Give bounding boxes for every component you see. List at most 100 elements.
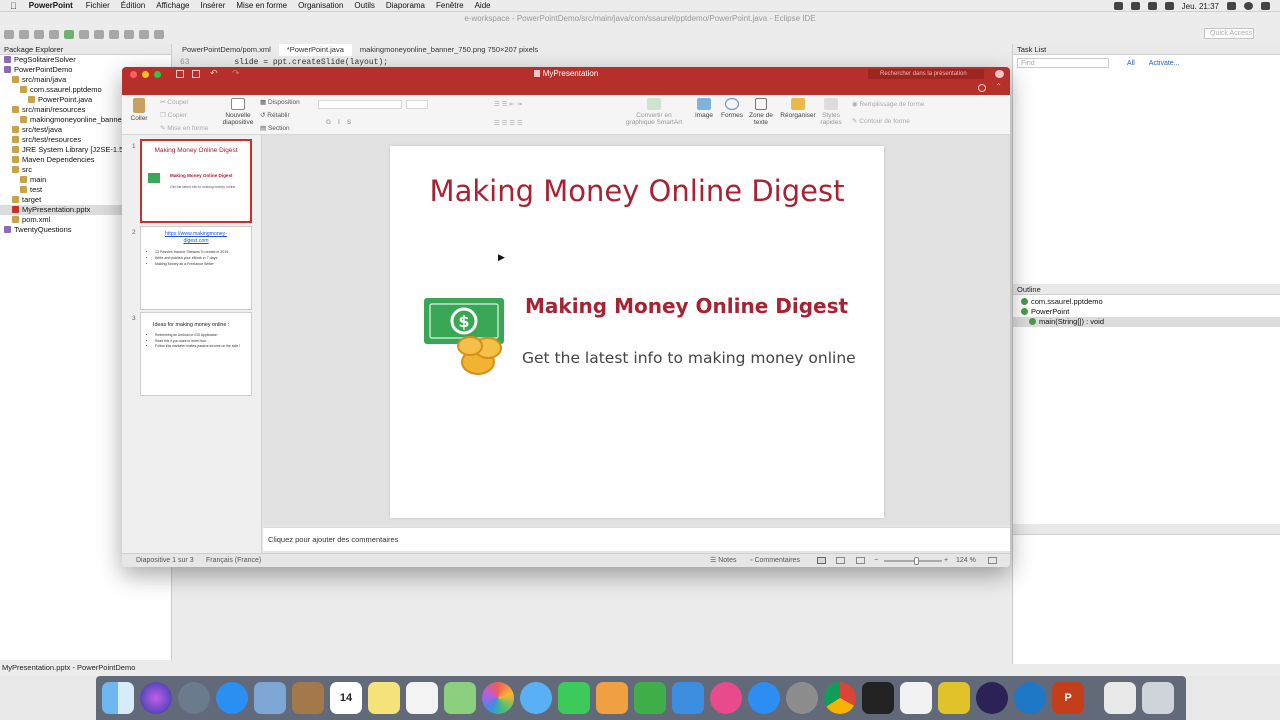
mail-icon[interactable] (254, 682, 286, 714)
quick-styles-button[interactable]: Styles rapides (818, 98, 844, 126)
format-painter-button[interactable]: ✎ Mise en forme (160, 124, 208, 132)
textedit-icon[interactable] (900, 682, 932, 714)
console-header[interactable] (1013, 524, 1280, 535)
eclipse-icon[interactable] (976, 682, 1008, 714)
copy-button[interactable]: ❐ Copier (160, 111, 187, 119)
align-buttons[interactable]: ☰ ☰ ☰ ☰ (494, 119, 523, 127)
siri-icon[interactable] (140, 682, 172, 714)
menu-fenetre[interactable]: Fenêtre (436, 1, 464, 10)
downloads-icon[interactable] (1104, 682, 1136, 714)
new-java-class-icon[interactable] (94, 29, 104, 39)
task-activate-link[interactable]: Activate... (1149, 60, 1180, 67)
menu-clock[interactable]: Jeu. 21:37 (1182, 2, 1219, 11)
tab-pom-xml[interactable]: PowerPointDemo/pom.xml (174, 44, 279, 56)
smartart-button[interactable]: Convertir en graphique SmartArt (622, 98, 686, 126)
image-button[interactable]: Image (692, 98, 716, 119)
slide-thumbnail-2[interactable]: https://www.makingmoney-digest.com 13 Pa… (140, 226, 252, 310)
save-icon[interactable] (19, 29, 29, 39)
slide-title[interactable]: Making Money Online Digest (390, 174, 884, 208)
font-name-select[interactable] (318, 100, 402, 109)
shapes-button[interactable]: Formes (719, 98, 745, 119)
normal-view-icon[interactable] (817, 557, 826, 564)
task-all-link[interactable]: All (1127, 60, 1135, 67)
new-icon[interactable] (4, 29, 14, 39)
notes-app-icon[interactable] (368, 682, 400, 714)
contacts-icon[interactable] (292, 682, 324, 714)
zoom-slider-thumb[interactable] (913, 557, 919, 565)
reading-view-icon[interactable] (856, 557, 865, 564)
slide-editing-area[interactable]: Making Money Online Digest $ Making Mone… (263, 135, 1010, 525)
facetime-icon[interactable] (558, 682, 590, 714)
shape-fill-button[interactable]: ◉ Remplissage de forme (852, 100, 925, 108)
maps-icon[interactable] (444, 682, 476, 714)
zoom-in-button[interactable]: + (944, 554, 948, 567)
menu-affichage[interactable]: Affichage (156, 1, 189, 10)
notes-input[interactable]: Cliquez pour ajouter des commentaires (263, 527, 1010, 551)
fit-slide-icon[interactable] (988, 557, 997, 564)
user-avatar-icon[interactable] (1244, 2, 1253, 10)
forward-icon[interactable] (154, 29, 164, 39)
zoom-slider[interactable] (884, 557, 942, 565)
menu-fichier[interactable]: Fichier (86, 1, 110, 10)
task-find-input[interactable]: Find (1017, 58, 1109, 68)
back-icon[interactable] (139, 29, 149, 39)
paste-button[interactable]: Coller (128, 98, 150, 122)
menu-diaporama[interactable]: Diaporama (386, 1, 425, 10)
comments-toggle[interactable]: ▫ Commentaires (750, 554, 800, 567)
apple-icon[interactable]:  (10, 1, 17, 11)
reminders-icon[interactable] (406, 682, 438, 714)
airplay-icon[interactable] (1147, 2, 1157, 10)
intellij-icon[interactable] (938, 682, 970, 714)
font-size-select[interactable] (406, 100, 428, 109)
quick-access-input[interactable]: Quick Access (1204, 28, 1254, 39)
menu-edition[interactable]: Édition (121, 1, 145, 10)
slide-thumbnail-3[interactable]: Ideas for making money online : Redeemin… (140, 312, 252, 396)
new-slide-button[interactable]: Nouvelle diapositive (220, 98, 256, 126)
sorter-view-icon[interactable] (836, 557, 845, 564)
collapse-ribbon-icon[interactable]: ⌃ (995, 82, 1002, 91)
paragraph-buttons[interactable]: ☰ ☰ ⇤ ⇥ (494, 100, 522, 108)
keynote-icon[interactable] (672, 682, 704, 714)
menu-inserer[interactable]: Insérer (200, 1, 225, 10)
menu-app-name[interactable]: PowerPoint (29, 1, 73, 10)
status-tray-icon[interactable] (1113, 2, 1123, 10)
textbox-button[interactable]: Zone de texte (748, 98, 774, 126)
menu-outils[interactable]: Outils (354, 1, 374, 10)
app-store-icon[interactable] (748, 682, 780, 714)
calendar-icon[interactable]: 14 (330, 682, 362, 714)
code-line[interactable]: 63 slide = ppt.createSlide(layout); (180, 58, 388, 67)
layout-button[interactable]: ▦ Disposition (260, 98, 300, 106)
arrange-button[interactable]: Réorganiser (780, 98, 816, 119)
numbers-icon[interactable] (634, 682, 666, 714)
open-type-icon[interactable] (109, 29, 119, 39)
launchpad-icon[interactable] (178, 682, 210, 714)
run-config-icon[interactable] (79, 29, 89, 39)
shape-outline-button[interactable]: ✎ Contour de forme (852, 117, 910, 125)
language-indicator[interactable]: Français (France) (206, 554, 261, 567)
outline-tree-item[interactable]: main(String[]) : void (1013, 317, 1280, 327)
tab-banner-png[interactable]: makingmoneyonline_banner_750.png 750×207… (352, 44, 546, 56)
system-preferences-icon[interactable] (786, 682, 818, 714)
messages-icon[interactable] (520, 682, 552, 714)
ppt-search-input[interactable]: Rechercher dans la présentation (868, 69, 984, 79)
package-tree-item[interactable]: PegSolitaireSolver (0, 55, 171, 65)
itunes-icon[interactable] (710, 682, 742, 714)
quicktime-icon[interactable] (1014, 682, 1046, 714)
reset-button[interactable]: ↺ Rétablir (260, 111, 290, 119)
search-icon[interactable] (1227, 2, 1236, 10)
print-icon[interactable] (34, 29, 44, 39)
trash-icon[interactable] (1142, 682, 1174, 714)
menu-aide[interactable]: Aide (475, 1, 491, 10)
wifi-icon[interactable] (1130, 2, 1140, 10)
safari-icon[interactable] (216, 682, 248, 714)
run-icon[interactable] (64, 29, 74, 39)
menu-organisation[interactable]: Organisation (298, 1, 343, 10)
slide-thumbnail-1[interactable]: Making Money Online Digest Making Money … (140, 139, 252, 223)
chrome-icon[interactable] (824, 682, 856, 714)
slide-canvas[interactable]: Making Money Online Digest $ Making Mone… (390, 146, 884, 518)
pages-icon[interactable] (596, 682, 628, 714)
share-icon[interactable] (995, 70, 1004, 78)
task-list-header[interactable]: Task List (1013, 44, 1280, 55)
finder-icon[interactable] (102, 682, 134, 714)
section-button[interactable]: ▤ Section (260, 124, 290, 132)
